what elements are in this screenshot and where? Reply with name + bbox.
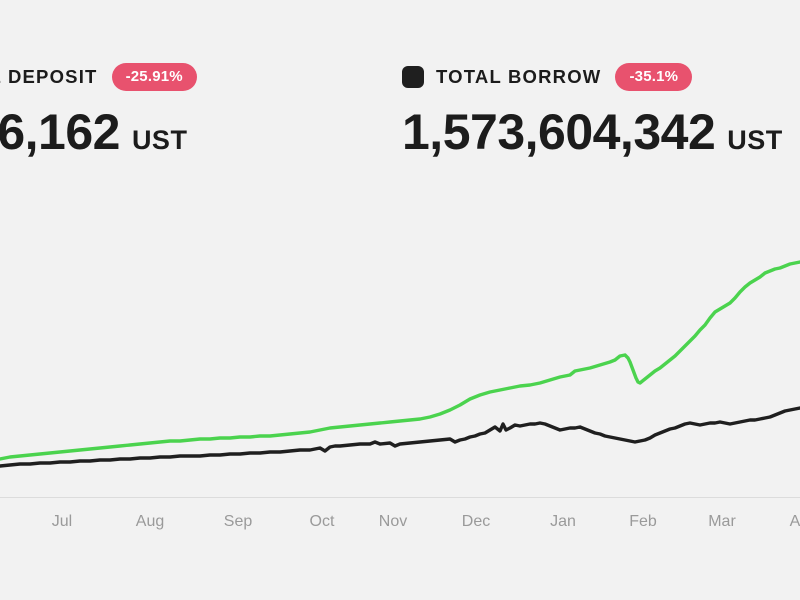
series-total-deposit-line: [0, 260, 800, 461]
stat-borrow-head: TOTAL BORROW -35.1%: [402, 62, 783, 92]
stat-borrow-value: 1,573,604,342 UST: [402, 107, 783, 157]
stat-borrow-label: TOTAL BORROW: [436, 65, 602, 87]
stat-deposit-unit: UST: [131, 125, 188, 155]
stat-total-borrow: TOTAL BORROW -35.1% 1,573,604,342 UST: [402, 62, 783, 157]
chart-page: TOTAL DEPOSIT -25.91% 3,896,162 UST TOTA…: [0, 0, 800, 600]
x-axis-tick-aug: Aug: [135, 513, 165, 530]
x-axis-tick-mar: Mar: [708, 513, 736, 530]
stat-borrow-unit: UST: [727, 125, 783, 155]
x-axis-tick-jan: Jan: [550, 513, 576, 530]
x-axis-tick-jul: Jul: [51, 513, 73, 530]
x-axis-rule: [0, 497, 800, 498]
x-axis-tick-nov: Nov: [378, 513, 408, 530]
x-axis-tick-dec: Dec: [461, 513, 491, 530]
x-axis-tick-a: A: [789, 513, 800, 530]
stat-deposit-value: 3,896,162 UST: [0, 107, 197, 157]
stats-header: TOTAL DEPOSIT -25.91% 3,896,162 UST TOTA…: [0, 0, 800, 190]
stat-borrow-change-badge: -35.1%: [615, 63, 693, 91]
stat-deposit-head: TOTAL DEPOSIT -25.91%: [0, 62, 197, 92]
chart-series-group: [0, 260, 800, 468]
black-square-icon: [402, 66, 424, 88]
stat-deposit-amount: 3,896,162: [0, 104, 120, 160]
stat-deposit-change-badge: -25.91%: [111, 63, 197, 91]
x-axis-tick-oct: Oct: [309, 513, 335, 530]
series-total-borrow-line: [0, 406, 800, 468]
line-chart[interactable]: [0, 190, 800, 500]
x-axis-tick-sep: Sep: [223, 513, 253, 530]
stat-deposit-label: TOTAL DEPOSIT: [0, 65, 98, 87]
x-axis-tick-feb: Feb: [629, 513, 657, 530]
stat-borrow-amount: 1,573,604,342: [402, 104, 716, 160]
stat-total-deposit: TOTAL DEPOSIT -25.91% 3,896,162 UST: [0, 62, 197, 157]
x-axis-labels: Jul Aug Sep Oct Nov Dec Jan Feb Mar A: [0, 514, 800, 538]
chart-canvas: [0, 260, 800, 468]
